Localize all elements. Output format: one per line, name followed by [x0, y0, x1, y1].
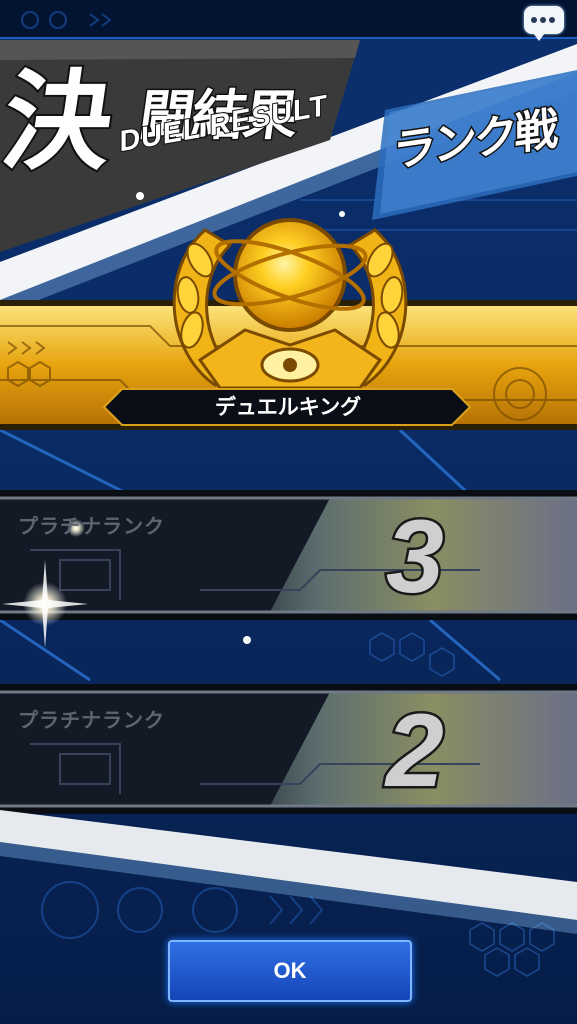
ok-button-label: OK: [273, 958, 307, 983]
rank-badge-name: デュエルキング: [214, 395, 362, 419]
rank-row-1-number: 3: [384, 499, 447, 615]
rank-row-2-number: 2: [384, 693, 447, 809]
chat-button[interactable]: [524, 6, 564, 41]
title-jp-big: 決: [0, 57, 119, 187]
ok-button[interactable]: OK: [168, 940, 412, 1002]
chat-icon: [531, 17, 558, 23]
rank-row-1-label: プラチナランク: [18, 514, 165, 538]
rank-row-2-label: プラチナランク: [18, 708, 165, 732]
